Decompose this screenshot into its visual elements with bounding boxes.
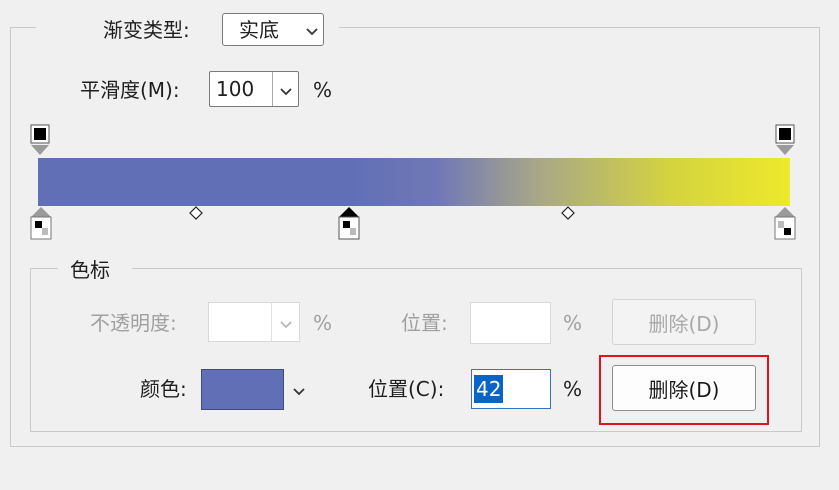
color-location-label: 位置(C): [368,377,445,401]
smoothness-label: 平滑度(M): [80,78,180,102]
smoothness-input[interactable]: 100 [216,75,254,103]
midpoint-diamond-icon[interactable] [189,206,203,220]
smoothness-unit: % [313,78,333,102]
color-location-value[interactable]: 42 [474,375,504,403]
chevron-down-icon[interactable] [279,317,293,331]
gradient-preview-bar[interactable] [38,158,790,206]
chevron-down-icon[interactable] [292,384,306,398]
opacity-location-unit: % [563,311,583,335]
opacity-combo[interactable] [208,302,300,342]
color-stop-icon[interactable] [774,206,796,240]
opacity-unit: % [313,311,333,335]
midpoint-diamond-icon[interactable] [561,206,575,220]
color-swatch[interactable] [201,369,284,410]
color-stop-icon[interactable] [338,206,360,240]
chevron-down-icon[interactable] [279,84,293,98]
color-stop-icon[interactable] [30,206,52,240]
opacity-location-label: 位置: [401,311,448,335]
opacity-location-input[interactable] [470,302,551,344]
color-location-unit: % [563,377,583,401]
annotation-highlight-box [599,355,769,425]
smoothness-combo[interactable]: 100 [209,71,299,107]
color-label: 颜色: [140,377,187,401]
opacity-label: 不透明度: [90,311,177,335]
delete-opacity-stop-button[interactable]: 删除(D) [612,299,756,345]
opacity-stop-icon[interactable] [30,124,50,156]
gradient-type-value: 实底 [239,18,279,42]
opacity-stop-icon[interactable] [775,124,795,156]
delete-opacity-stop-label: 删除(D) [648,311,720,336]
color-stop-group-title: 色标 [70,258,110,282]
chevron-down-icon [306,28,318,36]
gradient-type-dropdown[interactable]: 实底 [222,13,324,46]
gradient-type-label: 渐变类型: [103,18,190,42]
